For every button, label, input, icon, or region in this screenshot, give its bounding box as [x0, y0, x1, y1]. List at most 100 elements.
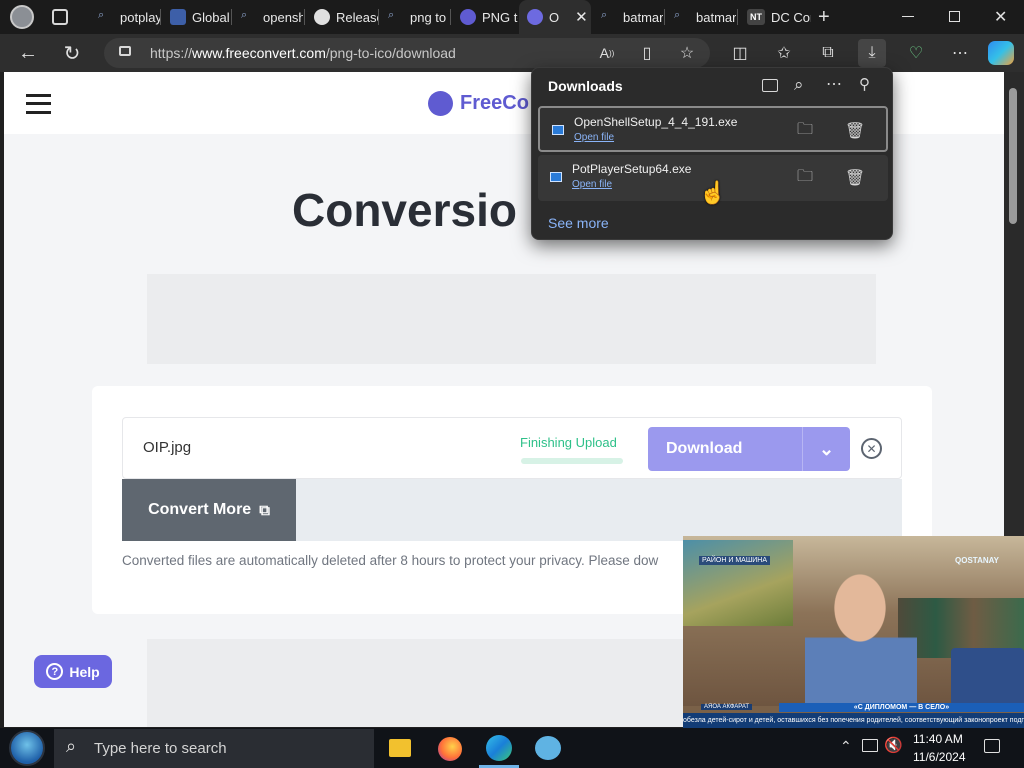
github-icon: [314, 9, 330, 25]
show-in-folder-icon[interactable]: 🗀: [794, 120, 816, 142]
tab-batman-1[interactable]: ⌕ batmar: [593, 0, 663, 34]
remove-file-icon[interactable]: ✕: [861, 438, 882, 459]
downloads-icon[interactable]: ⤓: [858, 39, 886, 67]
minimize-icon[interactable]: [902, 16, 914, 17]
tab-label: potplay: [120, 9, 160, 25]
tab-png-to-ico[interactable]: PNG to: [452, 0, 518, 34]
tab-label: batmar: [696, 9, 736, 25]
tab-label: Global: [192, 9, 230, 25]
show-hidden-icons-icon[interactable]: ⌃: [840, 738, 852, 755]
nt-icon: NT: [747, 9, 765, 25]
presenter-figure: [805, 546, 917, 711]
profile-avatar[interactable]: [10, 5, 34, 29]
tab-active-freeconvert[interactable]: O ✕: [519, 0, 591, 34]
split-screen-icon[interactable]: ◫: [726, 39, 754, 67]
tab-png-search[interactable]: ⌕ png to: [380, 0, 450, 34]
download-item[interactable]: OpenShellSetup_4_4_191.exe Open file 🗀 🗑: [538, 106, 888, 152]
downloads-panel: Downloads ⌕ ⋯ ⚲ OpenShellSetup_4_4_191.e…: [531, 67, 893, 240]
immersive-reader-icon[interactable]: ▯: [633, 39, 661, 67]
privacy-notice: Converted files are automatically delete…: [122, 553, 659, 568]
read-aloud-icon[interactable]: A)): [593, 39, 621, 67]
lock-icon[interactable]: [119, 46, 131, 56]
search-icon: ⌕: [674, 9, 681, 21]
start-button-icon[interactable]: [9, 730, 45, 766]
close-tab-icon[interactable]: ✕: [575, 8, 588, 26]
caption-name: АЯОА АКФАРАТ: [701, 704, 753, 710]
url-domain: www.freeconvert.com: [192, 45, 326, 61]
search-icon: ⌕: [66, 736, 77, 756]
tab-potplayer[interactable]: ⌕ potplay: [90, 0, 160, 34]
freeconvert-logo-icon: [428, 91, 453, 116]
tab-label: O: [549, 9, 560, 25]
download-options-chevron-icon[interactable]: ⌄: [802, 427, 850, 471]
download-file-name: OpenShellSetup_4_4_191.exe: [574, 115, 738, 129]
close-window-icon[interactable]: ✕: [994, 7, 1007, 27]
tab-batman-2[interactable]: ⌕ batmar: [666, 0, 736, 34]
tab-actions-icon[interactable]: [52, 9, 68, 25]
tab-openshell[interactable]: ⌕ opensh: [233, 0, 303, 34]
search-placeholder: Type here to search: [94, 740, 227, 757]
tab-dc-comics[interactable]: NT DC Cor: [739, 0, 811, 34]
search-icon: ⌕: [98, 9, 105, 21]
help-button[interactable]: ? Help: [34, 655, 112, 688]
download-button[interactable]: Download ⌄: [648, 427, 850, 471]
tab-strip: ⌕potplay Global ⌕opensh Release ⌕png to …: [0, 0, 1024, 34]
delete-icon[interactable]: 🗑: [844, 167, 866, 189]
taskbar-search-box[interactable]: ⌕ Type here to search: [54, 729, 374, 768]
maximize-icon[interactable]: [949, 11, 960, 22]
show-in-folder-icon[interactable]: 🗀: [794, 167, 816, 189]
delete-icon[interactable]: 🗑: [844, 120, 866, 142]
tab-label: PNG to: [482, 9, 518, 25]
video-overlay[interactable]: РАЙОН И МАШИНА QOSTANAY АЯОА АКФАРАТ «С …: [683, 536, 1024, 728]
page-title: Conversio: [292, 184, 517, 236]
tab-label: png to: [410, 9, 447, 25]
clock-date[interactable]: 11/6/2024: [913, 750, 966, 764]
speaker-muted-icon[interactable]: 🔇: [884, 736, 903, 754]
external-link-icon: ⧉: [259, 501, 270, 519]
exe-file-icon: [550, 172, 562, 182]
copilot-icon[interactable]: [988, 41, 1014, 65]
mouse-cursor-icon: ☝: [699, 180, 727, 205]
tab-releases[interactable]: Release: [306, 0, 378, 34]
tab-label: DC Cor: [771, 9, 811, 25]
back-icon[interactable]: ←: [14, 39, 42, 67]
favorites-icon[interactable]: ✩: [770, 39, 798, 67]
search-downloads-icon[interactable]: ⌕: [794, 75, 804, 95]
sign-language-inset: [951, 648, 1024, 706]
file-explorer-icon[interactable]: [389, 739, 411, 757]
notifications-icon[interactable]: [984, 739, 1000, 753]
edge-icon[interactable]: [486, 735, 512, 761]
hamburger-menu-icon[interactable]: [26, 94, 51, 114]
search-icon: ⌕: [241, 9, 248, 21]
clock-time[interactable]: 11:40 AM: [913, 732, 963, 746]
convert-more-button[interactable]: Convert More ⧉: [122, 479, 296, 541]
favorite-star-icon[interactable]: ☆: [673, 39, 701, 67]
url-prefix: https://: [150, 45, 193, 61]
firefox-icon[interactable]: [438, 737, 462, 761]
refresh-icon[interactable]: ↻: [58, 39, 86, 67]
news-ticker: обезла детей-сирот и детей, оставшихся б…: [683, 713, 1024, 728]
more-options-icon[interactable]: ⋯: [826, 74, 842, 94]
freeconvert-icon: [460, 9, 476, 25]
upload-status: Finishing Upload: [520, 435, 617, 450]
open-file-link[interactable]: Open file: [572, 179, 612, 190]
open-downloads-folder-icon[interactable]: [762, 79, 778, 92]
site-logo-text[interactable]: FreeCo: [460, 92, 529, 115]
performance-icon[interactable]: ♡: [902, 39, 930, 67]
pin-icon[interactable]: ⚲: [859, 75, 870, 93]
see-more-link[interactable]: See more: [548, 215, 609, 231]
new-tab-icon[interactable]: +: [818, 6, 830, 29]
open-file-link[interactable]: Open file: [574, 132, 614, 143]
download-button-label: Download: [666, 440, 743, 457]
play-icon: [170, 9, 186, 25]
settings-more-icon[interactable]: ⋯: [946, 39, 974, 67]
openshell-icon[interactable]: [535, 736, 561, 760]
url-path: /png-to-ico/download: [325, 45, 456, 61]
file-name: OIP.jpg: [143, 439, 192, 456]
network-icon[interactable]: [862, 739, 878, 752]
downloads-title: Downloads: [548, 78, 623, 94]
scrollbar-thumb[interactable]: [1009, 88, 1017, 224]
tab-global[interactable]: Global: [162, 0, 230, 34]
collections-icon[interactable]: ⧉: [814, 39, 842, 67]
tab-label: batmar: [623, 9, 663, 25]
